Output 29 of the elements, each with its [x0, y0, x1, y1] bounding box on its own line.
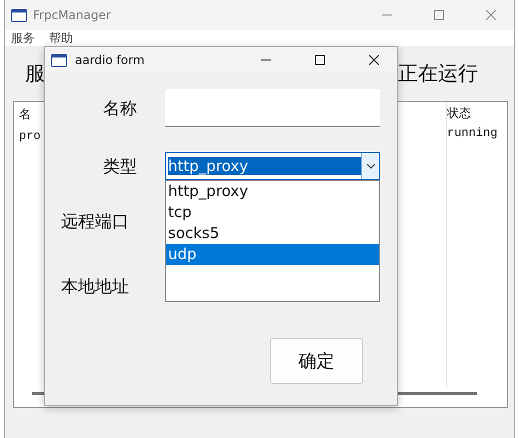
dropdown-button[interactable] [361, 153, 379, 179]
input-field[interactable] [165, 89, 380, 127]
dialog-title: aardio form [75, 53, 146, 67]
maximize-icon [434, 10, 444, 20]
status-text: 正在运行 [398, 60, 478, 87]
window-title: FrpcManager [33, 8, 112, 22]
field-label: 类型 [102, 156, 138, 178]
table-cell-text: pro [18, 128, 41, 142]
field-label: 名称 [102, 98, 138, 120]
dropdown-option[interactable]: tcp [166, 202, 379, 223]
menu-item[interactable]: 帮助 [49, 30, 73, 46]
selected-value: http_proxy [168, 157, 361, 175]
dropdown-option[interactable]: socks5 [166, 223, 379, 244]
status-text: 服 [25, 60, 45, 87]
window-icon [11, 8, 27, 22]
dropdown-option[interactable]: http_proxy [166, 181, 379, 202]
field-label: 本地地址 [60, 276, 130, 298]
close-icon [486, 10, 496, 20]
close-icon [369, 55, 379, 65]
field-label: 远程端口 [60, 210, 130, 234]
confirm-button[interactable]: 确定 [270, 338, 363, 384]
maximize-icon [315, 55, 325, 65]
column-header: 状态 [446, 104, 471, 122]
chevron-down-icon [366, 164, 374, 168]
table-cell-text: running [446, 126, 498, 140]
window-icon [51, 54, 67, 66]
column-header: 名 [18, 107, 31, 121]
menu-item[interactable]: 服务 [11, 30, 35, 46]
dropdown-option[interactable]: udp [166, 244, 379, 265]
